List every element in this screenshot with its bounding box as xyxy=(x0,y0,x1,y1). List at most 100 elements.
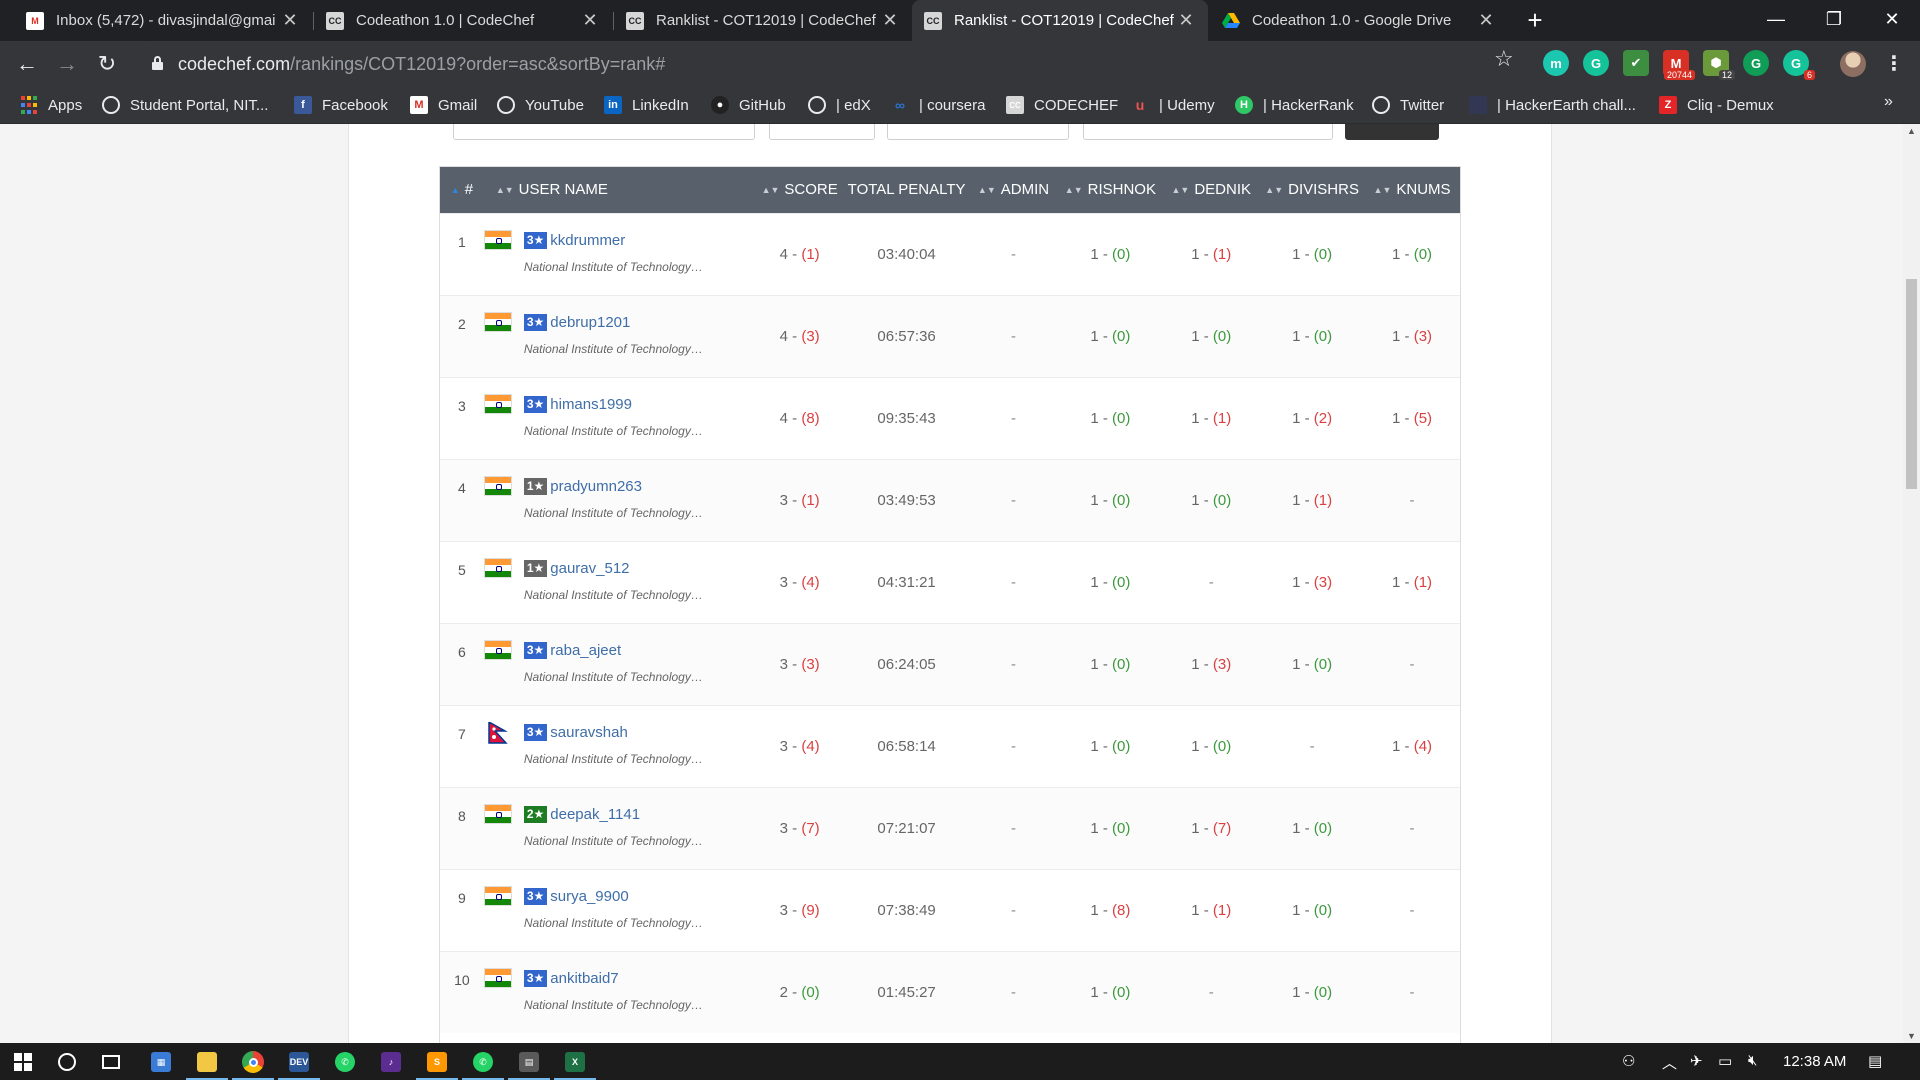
scroll-up-icon[interactable]: ▲ xyxy=(1907,126,1916,136)
restore-button[interactable]: ❐ xyxy=(1806,0,1862,41)
separator: - xyxy=(1199,245,1213,263)
tab-ranklist-active[interactable]: CC Ranklist - COT12019 | CodeChef ✕ xyxy=(912,0,1208,41)
separator: - xyxy=(1098,737,1113,755)
minimize-button[interactable]: — xyxy=(1748,0,1804,41)
bookmark-edx[interactable]: | edX xyxy=(808,93,871,117)
col-header-admin[interactable]: ▲▼ ADMIN xyxy=(969,167,1059,213)
file-explorer-icon[interactable] xyxy=(186,1047,228,1080)
bookmark-cliq[interactable]: Z Cliq - Demux xyxy=(1659,93,1774,117)
problem-knums-cell: - xyxy=(1364,951,1460,1033)
username-link[interactable]: sauravshah xyxy=(550,724,628,741)
bookmark-student-portal[interactable]: Student Portal, NIT... xyxy=(102,93,268,117)
col-header-username[interactable]: ▲▼ USER NAME xyxy=(484,167,755,213)
bookmark-codechef[interactable]: CC CODECHEF xyxy=(1006,93,1118,117)
filter-submit-button[interactable] xyxy=(1345,124,1439,140)
bookmark-linkedin[interactable]: in LinkedIn xyxy=(604,93,689,117)
scroll-down-icon[interactable]: ▼ xyxy=(1907,1031,1916,1041)
bookmarks-overflow-icon[interactable]: » xyxy=(1884,93,1893,111)
bookmark-hackerrank[interactable]: H | HackerRank xyxy=(1235,93,1354,117)
col-header-rank[interactable]: ▲ # xyxy=(440,167,484,213)
col-header-knums[interactable]: ▲▼ KNUMS xyxy=(1364,167,1460,213)
bookmark-apps[interactable]: Apps xyxy=(20,93,82,117)
extension-meet-icon[interactable]: m xyxy=(1543,50,1569,76)
tab-ranklist-1[interactable]: CC Ranklist - COT12019 | CodeChef ✕ xyxy=(614,0,912,41)
bookmark-twitter[interactable]: Twitter xyxy=(1372,93,1444,117)
username-link[interactable]: deepak_1141 xyxy=(550,806,640,823)
address-bar[interactable]: codechef.com/rankings/COT12019?order=asc… xyxy=(138,47,1578,81)
bookmark-hackerearth[interactable]: | HackerEarth chall... xyxy=(1469,93,1636,117)
filter-select[interactable] xyxy=(453,124,755,140)
user-line: 3★ kkdrummer xyxy=(523,231,625,249)
filter-input[interactable] xyxy=(769,124,875,140)
bookmark-gmail[interactable]: M Gmail xyxy=(410,93,477,117)
username-link[interactable]: raba_ajeet xyxy=(550,642,621,659)
empty-dash: - xyxy=(1409,819,1415,837)
profile-avatar[interactable] xyxy=(1840,51,1866,77)
close-tab-icon[interactable]: ✕ xyxy=(880,10,900,31)
col-header-divishrs[interactable]: ▲▼ DIVISHRS xyxy=(1260,167,1364,213)
system-clock[interactable]: 12:38 AM xyxy=(1783,1053,1846,1070)
penalty-count: (0) xyxy=(1413,245,1433,263)
dev-app-icon[interactable]: DEV xyxy=(278,1047,320,1080)
close-tab-icon[interactable]: ✕ xyxy=(1476,10,1496,31)
battery-icon[interactable]: ▭ xyxy=(1718,1052,1732,1070)
cortana-search-icon[interactable] xyxy=(52,1047,82,1077)
col-header-penalty[interactable]: TOTAL PENALTY xyxy=(845,167,969,213)
new-tab-button[interactable]: + xyxy=(1520,6,1550,36)
col-header-score[interactable]: ▲▼ SCORE xyxy=(755,167,845,213)
people-icon[interactable]: ⚇ xyxy=(1622,1052,1635,1070)
filter-input[interactable] xyxy=(887,124,1069,140)
grammarly-extension-icon[interactable]: G xyxy=(1583,50,1609,76)
bookmark-github[interactable]: ● GitHub xyxy=(711,93,786,117)
url-text[interactable]: codechef.com/rankings/COT12019?order=asc… xyxy=(178,54,665,75)
username-link[interactable]: gaurav_512 xyxy=(550,560,629,577)
page-scrollbar[interactable]: ▲ ▼ xyxy=(1903,124,1920,1043)
col-header-rishnok[interactable]: ▲▼ RISHNOK xyxy=(1058,167,1162,213)
extension-check-icon[interactable]: ✔ xyxy=(1623,50,1649,76)
close-tab-icon[interactable]: ✕ xyxy=(280,10,300,31)
mail-checker-icon[interactable]: M 20744 xyxy=(1663,50,1695,80)
extension-shield-icon[interactable]: ⬢ 12 xyxy=(1703,50,1735,80)
username-link[interactable]: pradyumn263 xyxy=(550,478,642,495)
bookmark-udemy[interactable]: u | Udemy xyxy=(1131,93,1215,117)
airplane-mode-icon[interactable]: ✈ xyxy=(1690,1052,1703,1070)
terminal-app-icon[interactable]: ▤ xyxy=(508,1047,550,1080)
tray-overflow-icon[interactable]: ︿ xyxy=(1662,1052,1677,1073)
reload-button[interactable]: ↻ xyxy=(92,49,122,79)
bookmark-star-icon[interactable]: ☆ xyxy=(1494,46,1514,72)
music-app-icon[interactable]: ♪ xyxy=(376,1047,406,1077)
forward-button[interactable]: → xyxy=(52,49,82,79)
bookmark-facebook[interactable]: f Facebook xyxy=(294,93,388,117)
search-input[interactable] xyxy=(1083,124,1333,140)
lock-icon[interactable] xyxy=(152,56,163,70)
close-tab-icon[interactable]: ✕ xyxy=(1176,10,1196,31)
excel-icon[interactable]: X xyxy=(554,1047,596,1080)
task-view-icon[interactable] xyxy=(96,1047,126,1077)
action-center-icon[interactable]: ▤ xyxy=(1868,1052,1882,1070)
close-tab-icon[interactable]: ✕ xyxy=(580,10,600,31)
grammarly-count-icon[interactable]: G 6 xyxy=(1783,50,1815,80)
volume-muted-icon[interactable]: 🔇︎ xyxy=(1748,1052,1757,1069)
tab-gmail-inbox[interactable]: M Inbox (5,472) - divasjindal@gmai ✕ xyxy=(14,0,312,41)
tab-google-drive[interactable]: Codeathon 1.0 - Google Drive ✕ xyxy=(1210,0,1508,41)
bookmark-coursera[interactable]: ∞ | coursera xyxy=(891,93,985,117)
store-icon[interactable]: ▦ xyxy=(146,1047,176,1077)
extension-g-icon[interactable]: G xyxy=(1743,50,1769,76)
sublime-text-icon[interactable]: S xyxy=(416,1047,458,1080)
windows-start-icon[interactable] xyxy=(8,1047,38,1077)
scrollbar-thumb[interactable] xyxy=(1906,279,1917,489)
whatsapp-icon[interactable]: ✆ xyxy=(330,1047,360,1077)
username-link[interactable]: surya_9900 xyxy=(550,888,628,905)
back-button[interactable]: ← xyxy=(12,49,42,79)
username-link[interactable]: debrup1201 xyxy=(550,314,630,331)
tab-codeathon-codechef[interactable]: CC Codeathon 1.0 | CodeChef ✕ xyxy=(314,0,612,41)
menu-kebab-icon[interactable]: ⋮ xyxy=(1884,51,1904,76)
username-link[interactable]: kkdrummer xyxy=(550,232,625,249)
bookmark-youtube[interactable]: YouTube xyxy=(497,93,584,117)
whatsapp-desktop-icon[interactable]: ✆ xyxy=(462,1047,504,1080)
username-link[interactable]: himans1999 xyxy=(550,396,632,413)
close-window-button[interactable]: ✕ xyxy=(1864,0,1920,41)
username-link[interactable]: ankitbaid7 xyxy=(550,970,618,987)
chrome-icon[interactable] xyxy=(232,1047,274,1080)
col-header-dednik[interactable]: ▲▼ DEDNIK xyxy=(1162,167,1260,213)
